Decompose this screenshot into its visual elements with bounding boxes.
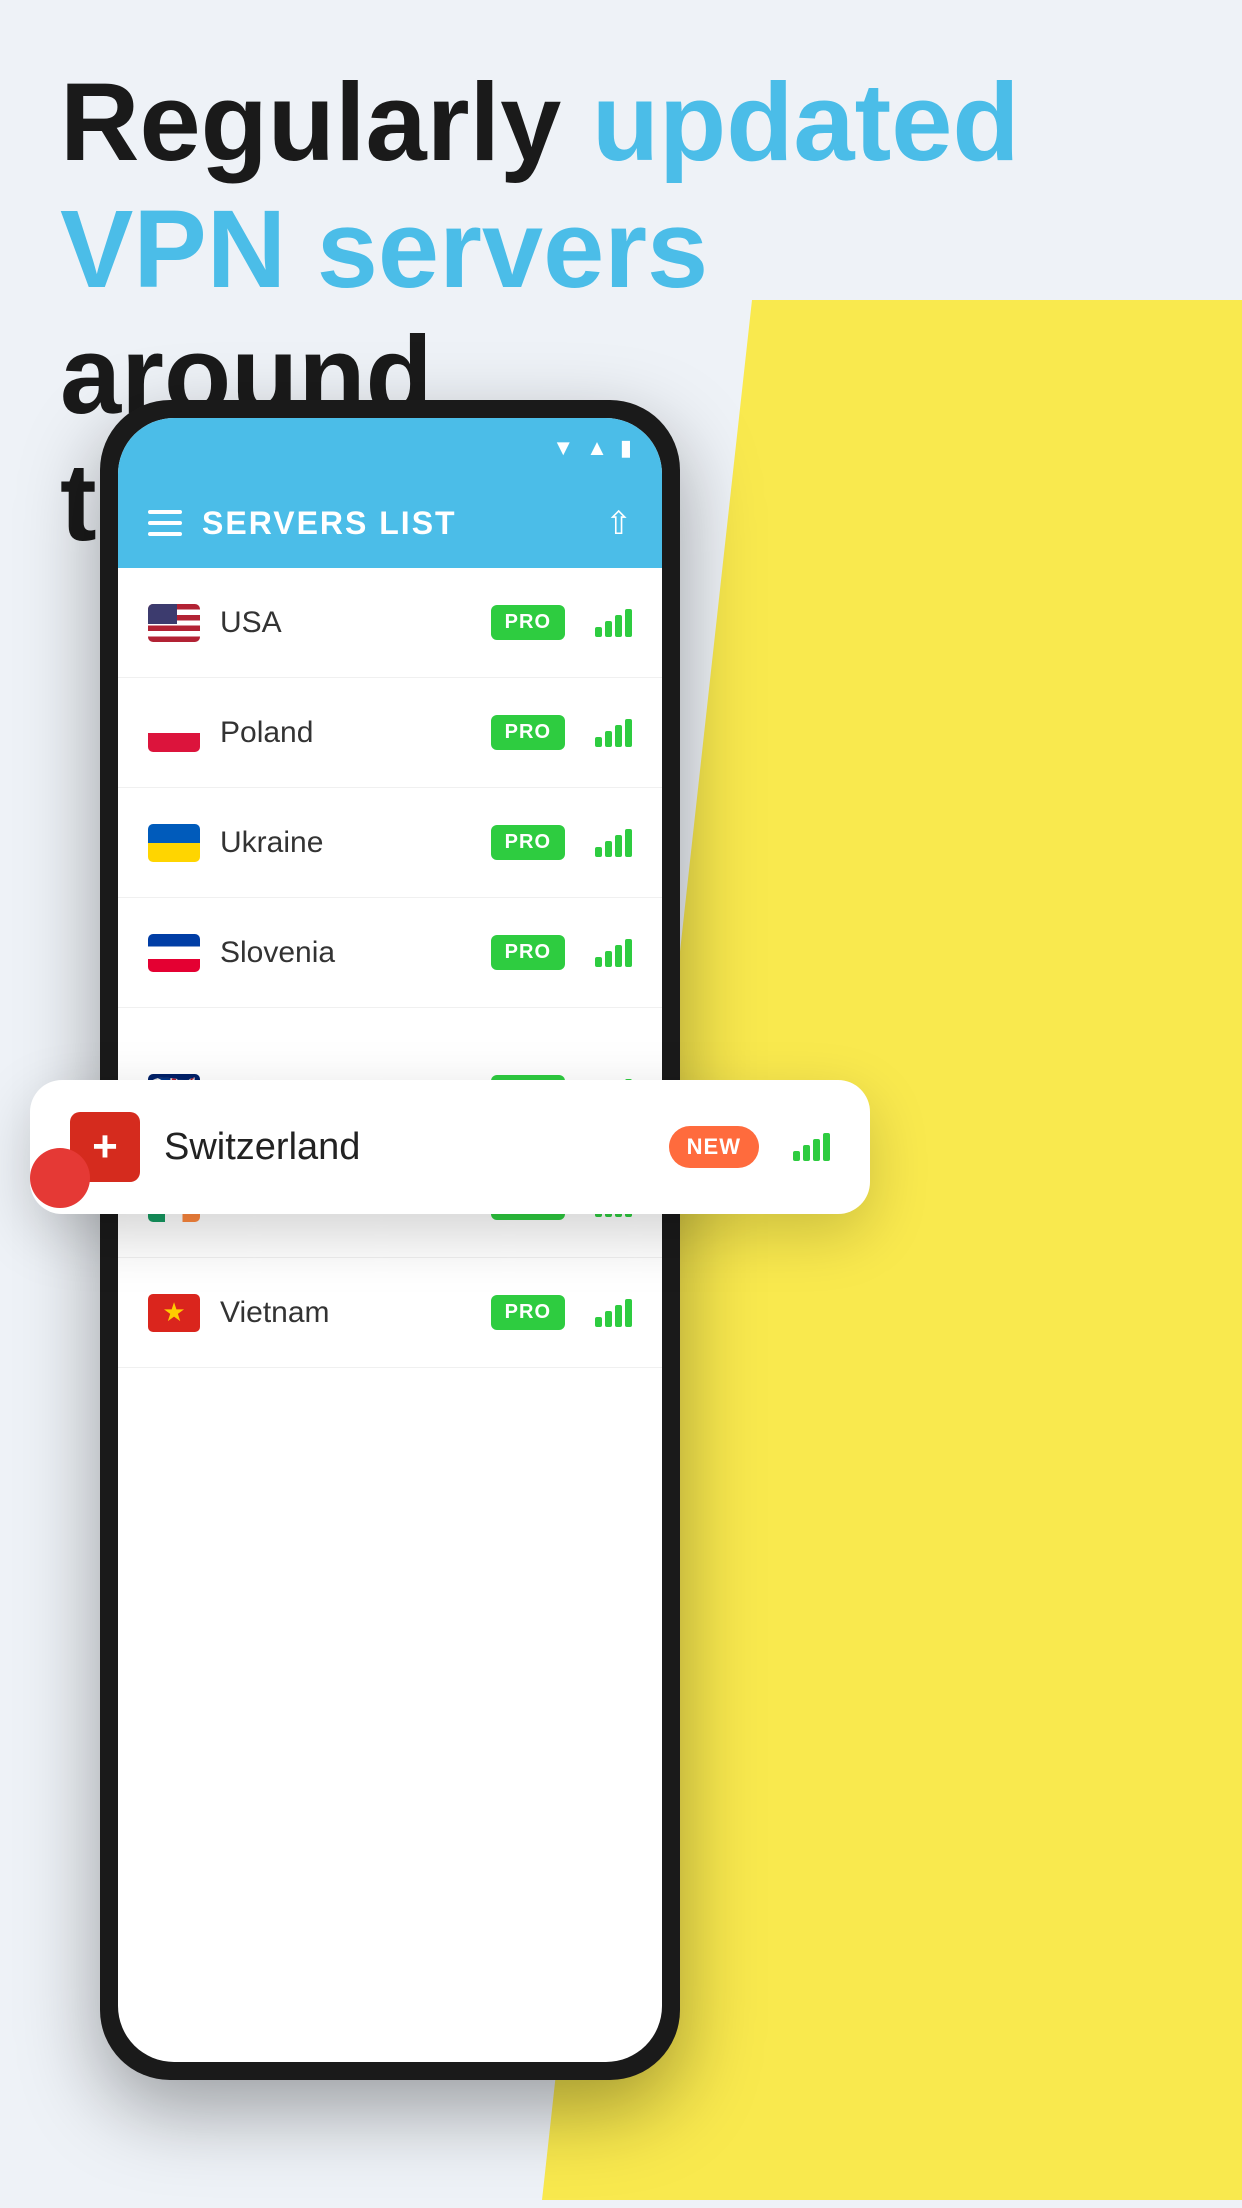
country-name: USA [220, 606, 471, 640]
battery-icon: ▮ [620, 435, 632, 461]
headline-vpn-servers: VPN servers [60, 188, 708, 311]
share-button[interactable]: ⇧ [605, 504, 632, 542]
phone-screen: ▼ ▲ ▮ SERVERS LIST ⇧ USA PRO [118, 418, 662, 2062]
headline-updated: updated [592, 61, 1020, 184]
list-item[interactable]: USA PRO [118, 568, 662, 678]
signal-strength [595, 719, 632, 747]
slovenia-flag [148, 934, 200, 972]
pro-badge: PRO [491, 825, 565, 860]
popup-country-name: Switzerland [164, 1126, 645, 1169]
country-name: Poland [220, 716, 471, 750]
pro-badge: PRO [491, 1295, 565, 1330]
switzerland-popup[interactable]: Switzerland NEW [30, 1080, 870, 1214]
app-header: SERVERS LIST ⇧ [118, 478, 662, 568]
list-item[interactable]: Slovenia PRO [118, 898, 662, 1008]
pro-badge: PRO [491, 935, 565, 970]
list-item[interactable]: Vietnam PRO [118, 1258, 662, 1368]
phone-frame: ▼ ▲ ▮ SERVERS LIST ⇧ USA PRO [100, 400, 680, 2080]
headline-regularly: Regularly [60, 61, 592, 184]
signal-icon: ▲ [586, 435, 608, 461]
server-list: USA PRO Poland PRO Ukraine PRO [118, 568, 662, 1368]
menu-button[interactable] [148, 510, 182, 536]
notification-dot [30, 1148, 90, 1208]
new-badge: NEW [669, 1126, 759, 1168]
ukraine-flag [148, 824, 200, 862]
pro-badge: PRO [491, 715, 565, 750]
signal-strength [595, 939, 632, 967]
poland-flag [148, 714, 200, 752]
popup-signal-strength [793, 1133, 830, 1161]
wifi-icon: ▼ [552, 435, 574, 461]
app-title: SERVERS LIST [202, 505, 585, 542]
list-item[interactable]: Ukraine PRO [118, 788, 662, 898]
status-bar: ▼ ▲ ▮ [118, 418, 662, 478]
signal-strength [595, 829, 632, 857]
signal-strength [595, 1299, 632, 1327]
usa-flag [148, 604, 200, 642]
country-name: Vietnam [220, 1296, 471, 1330]
signal-strength [595, 609, 632, 637]
country-name: Slovenia [220, 936, 471, 970]
list-item[interactable]: Poland PRO [118, 678, 662, 788]
pro-badge: PRO [491, 605, 565, 640]
vietnam-flag [148, 1294, 200, 1332]
country-name: Ukraine [220, 826, 471, 860]
